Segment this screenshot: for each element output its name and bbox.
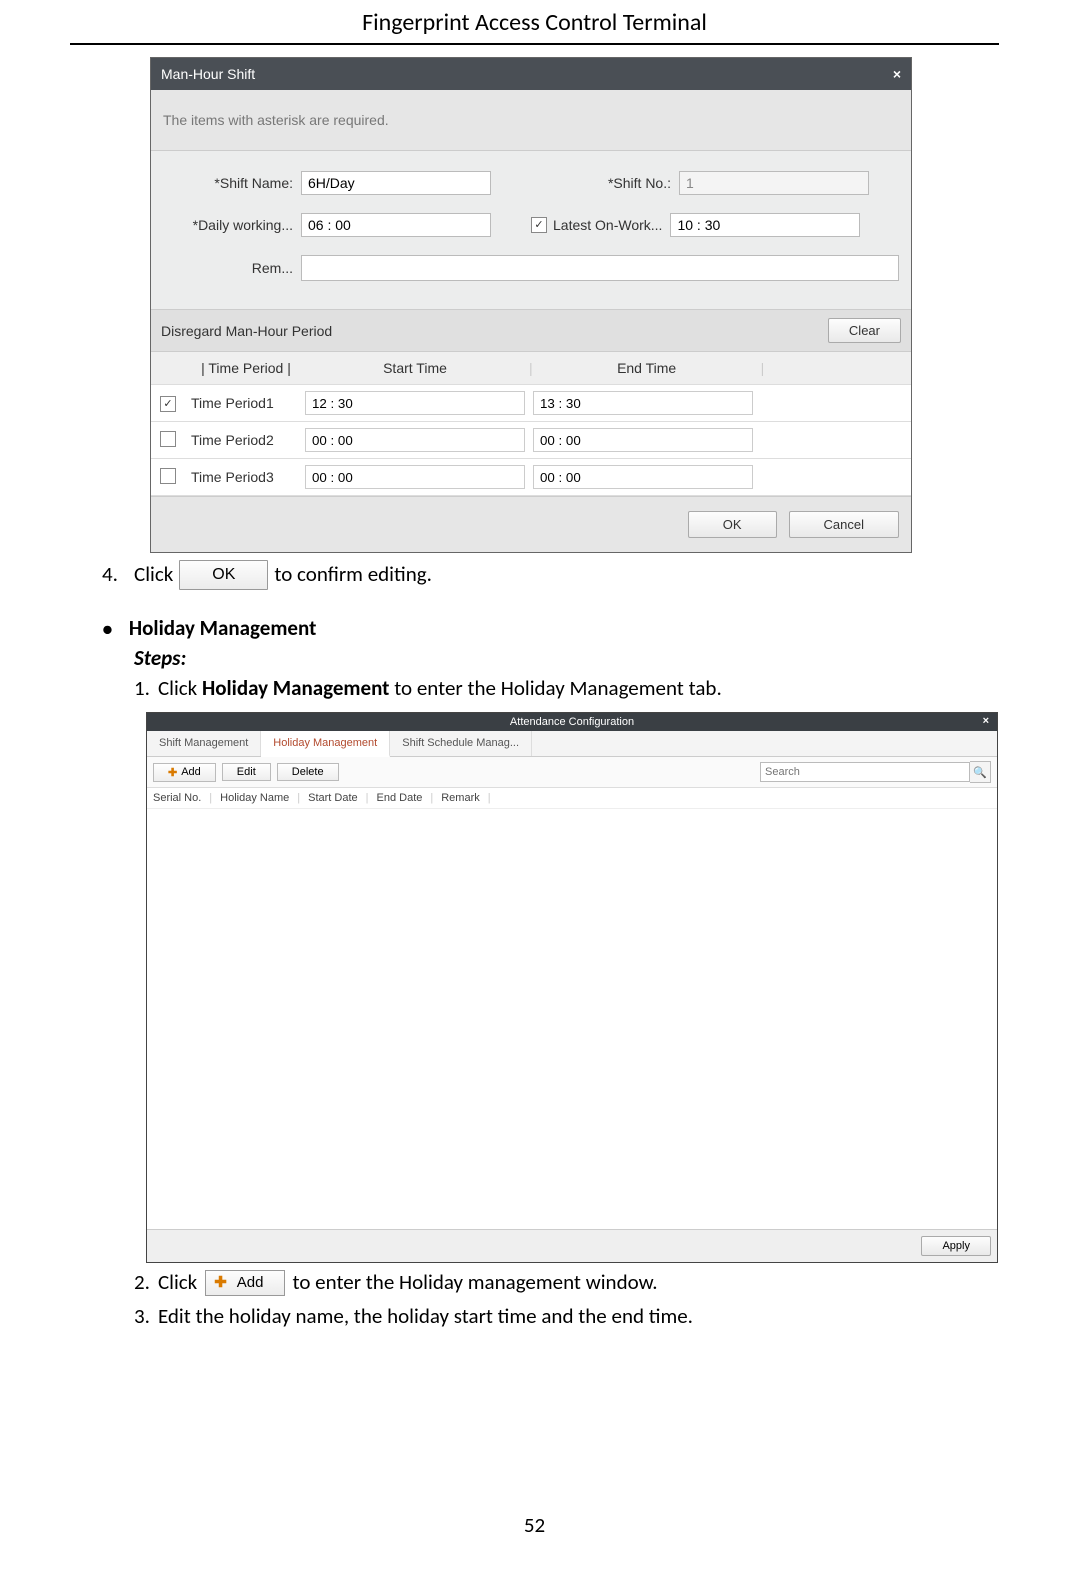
row2-start-input[interactable]	[305, 428, 525, 452]
period-table: | Time Period | Start Time | End Time | …	[151, 352, 911, 496]
apply-button[interactable]: Apply	[921, 1236, 991, 1256]
page-number: 52	[70, 1512, 999, 1538]
col-start-date: Start Date	[308, 792, 358, 804]
col-end-date: End Date	[377, 792, 423, 804]
step1-number: 1.	[134, 673, 150, 705]
row1-end-input[interactable]	[533, 391, 753, 415]
row3-name: Time Period3	[191, 469, 301, 485]
row1-name: Time Period1	[191, 395, 301, 411]
bullet-icon: ●	[102, 618, 113, 640]
remark-label: Rem...	[163, 260, 301, 276]
daily-working-label: *Daily working...	[163, 217, 301, 233]
search-input[interactable]	[760, 762, 970, 782]
disregard-section-title: Disregard Man-Hour Period	[161, 323, 332, 339]
latest-onwork-input[interactable]	[670, 213, 860, 237]
table-body-empty	[147, 809, 997, 1229]
clear-button[interactable]: Clear	[828, 318, 901, 343]
attendance-config-dialog: Attendance Configuration × Shift Managem…	[146, 712, 998, 1263]
ok-button[interactable]: OK	[688, 511, 777, 538]
close-icon[interactable]: ×	[893, 66, 901, 82]
search-icon[interactable]: 🔍	[970, 761, 991, 783]
inline-ok-button: OK	[179, 560, 268, 590]
plus-icon: ✚	[168, 766, 177, 779]
row2-end-input[interactable]	[533, 428, 753, 452]
step3-number: 3.	[134, 1301, 150, 1333]
tab-shift-schedule[interactable]: Shift Schedule Manag...	[390, 731, 532, 756]
man-hour-shift-dialog: Man-Hour Shift × The items with asterisk…	[150, 57, 912, 553]
step2-number: 2.	[134, 1267, 150, 1299]
step1-text: Click Holiday Management to enter the Ho…	[158, 673, 722, 705]
table-row: Time Period3	[151, 459, 911, 496]
shift-no-label: *Shift No.:	[551, 175, 679, 191]
step4-number: 4.	[102, 559, 128, 591]
table-row: Time Period1	[151, 385, 911, 422]
column-headers: Serial No.| Holiday Name| Start Date| En…	[147, 788, 997, 809]
step4-text-pre: Click	[134, 559, 173, 591]
edit-button[interactable]: Edit	[222, 763, 271, 781]
row1-checkbox[interactable]	[160, 396, 176, 412]
step3-text: Edit the holiday name, the holiday start…	[158, 1301, 693, 1333]
remark-input[interactable]	[301, 255, 899, 281]
row2-name: Time Period2	[191, 432, 301, 448]
step4-text-post: to confirm editing.	[274, 559, 432, 591]
table-row: Time Period2	[151, 422, 911, 459]
tab-holiday-management[interactable]: Holiday Management	[261, 731, 390, 757]
latest-onwork-label: Latest On-Work...	[553, 217, 670, 233]
col-end: End Time	[533, 358, 761, 378]
row3-checkbox[interactable]	[160, 468, 176, 484]
cancel-button[interactable]: Cancel	[789, 511, 899, 538]
col-start: Start Time	[301, 358, 529, 378]
latest-onwork-checkbox[interactable]	[531, 217, 547, 233]
daily-working-input[interactable]	[301, 213, 491, 237]
close-icon[interactable]: ×	[983, 715, 989, 727]
col-serial: Serial No.	[153, 792, 201, 804]
dialog-title: Man-Hour Shift	[161, 66, 255, 82]
document-header: Fingerprint Access Control Terminal	[70, 0, 999, 45]
dialog2-title: Attendance Configuration	[510, 716, 634, 728]
dialog-titlebar: Man-Hour Shift ×	[151, 58, 911, 90]
required-hint: The items with asterisk are required.	[151, 90, 911, 151]
dialog2-titlebar: Attendance Configuration ×	[147, 713, 997, 731]
step2-post: to enter the Holiday management window.	[293, 1267, 658, 1299]
row3-start-input[interactable]	[305, 465, 525, 489]
shift-name-input[interactable]	[301, 171, 491, 195]
row3-end-input[interactable]	[533, 465, 753, 489]
delete-button[interactable]: Delete	[277, 763, 339, 781]
shift-no-input	[679, 171, 869, 195]
steps-label: Steps:	[134, 645, 999, 671]
add-button[interactable]: ✚ Add	[153, 763, 216, 782]
col-remark: Remark	[441, 792, 480, 804]
col-period: | Time Period |	[191, 360, 301, 376]
tab-shift-management[interactable]: Shift Management	[147, 731, 261, 756]
row2-checkbox[interactable]	[160, 431, 176, 447]
col-holiday-name: Holiday Name	[220, 792, 289, 804]
holiday-section-title: Holiday Management	[129, 615, 316, 641]
row1-start-input[interactable]	[305, 391, 525, 415]
shift-name-label: *Shift Name:	[163, 175, 301, 191]
inline-add-button: ✚ Add	[205, 1270, 284, 1297]
step2-pre: Click	[158, 1267, 197, 1299]
plus-icon: ✚	[214, 1272, 227, 1295]
